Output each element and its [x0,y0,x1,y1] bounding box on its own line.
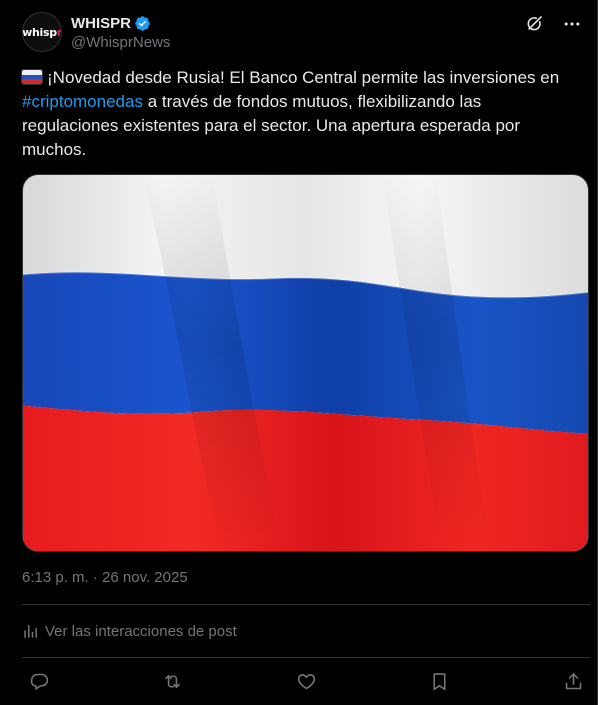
author-display-name[interactable]: WHISPR [71,15,131,32]
verified-badge-icon [134,15,151,32]
author-names: WHISPR @WhisprNews [71,13,170,52]
avatar-logo: whispr [22,25,62,39]
share-icon[interactable] [562,670,584,692]
hashtag-link[interactable]: #criptomonedas [22,92,143,111]
post-detail: whispr WHISPR @WhisprNews ¡Novedad desde… [0,0,598,705]
post-timestamp[interactable]: 6:13 p. m. · 26 nov. 2025 [22,569,188,586]
russia-flag-image [23,175,588,551]
view-interactions-link[interactable]: Ver las interacciones de post [22,622,237,640]
post-text-intro: ¡Novedad desde Rusia! El Banco Central p… [47,68,560,87]
repost-icon[interactable] [162,670,184,692]
action-bar [28,669,584,693]
post-header: whispr WHISPR @WhisprNews [22,12,582,56]
divider [22,657,590,658]
author-handle[interactable]: @WhisprNews [71,34,170,51]
reply-icon[interactable] [28,670,50,692]
post-image[interactable] [22,174,589,552]
like-icon[interactable] [295,670,317,692]
avatar[interactable]: whispr [22,12,62,52]
grok-icon[interactable] [524,14,544,34]
analytics-icon [24,625,37,638]
bookmark-icon[interactable] [429,670,451,692]
divider [22,604,590,605]
more-options-icon[interactable] [562,14,582,34]
view-interactions-label: Ver las interacciones de post [45,622,237,640]
russia-flag-emoji [22,70,42,84]
post-text: ¡Novedad desde Rusia! El Banco Central p… [22,66,582,162]
